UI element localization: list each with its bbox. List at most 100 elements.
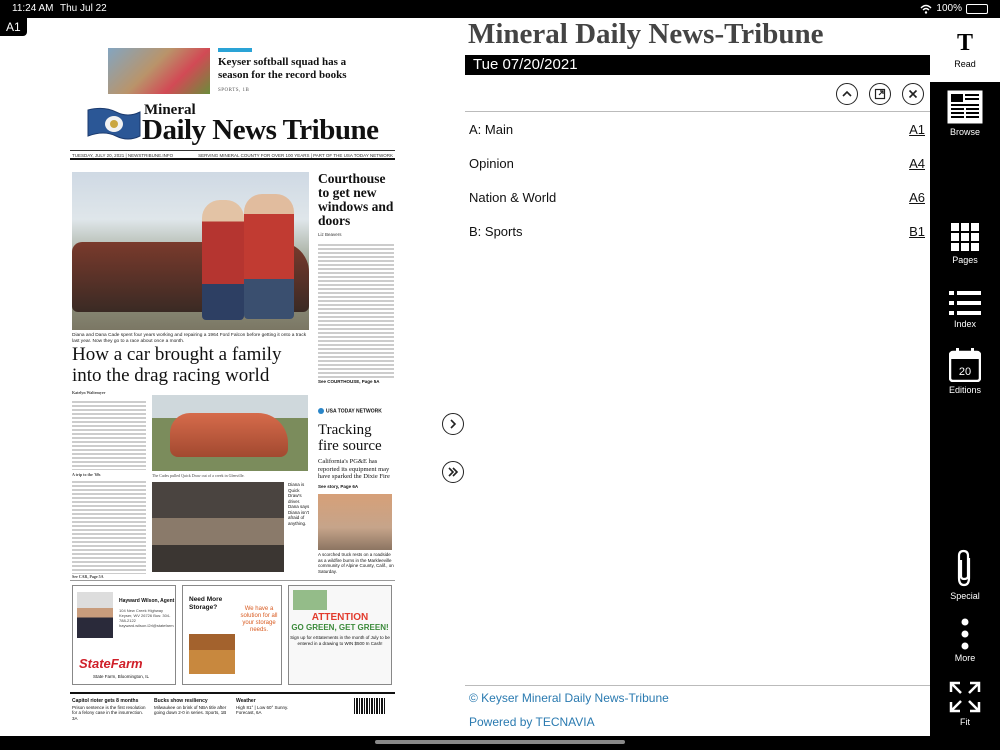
section-row[interactable]: B: Sports B1 — [469, 220, 925, 244]
copyright-link[interactable]: © Keyser Mineral Daily News-Tribune — [469, 691, 669, 705]
section-label: Nation & World — [469, 190, 557, 205]
home-indicator[interactable] — [375, 740, 625, 744]
lead-body-text-2 — [72, 480, 146, 574]
barcode — [354, 698, 386, 714]
chevron-up-icon — [842, 90, 852, 97]
ad-go-green[interactable]: ATTENTION GO GREEN, GET GREEN! Sign up f… — [288, 585, 392, 685]
photo2-caption: The Cades pulled Quick Draw out of a cre… — [152, 473, 245, 478]
lead-headline[interactable]: How a car brought a family into the drag… — [72, 344, 312, 386]
photo-driver[interactable] — [152, 482, 284, 572]
money-image — [293, 590, 327, 610]
editions-count: 20 — [959, 366, 971, 378]
lead-byline: Katelyn Waltemyer — [72, 390, 146, 395]
teaser-photo — [108, 48, 210, 94]
shed-image — [189, 634, 235, 674]
go-green-attention: ATTENTION — [311, 612, 369, 623]
sidebar-label-browse: Browse — [949, 127, 980, 137]
sidebar-item-more[interactable]: More — [930, 618, 1000, 663]
index-list-icon — [949, 291, 981, 315]
newspaper-icon — [947, 90, 983, 124]
fit-expand-icon — [949, 681, 981, 713]
popout-panel-button[interactable] — [869, 83, 891, 105]
page-viewer[interactable]: Keyser softball squad has a season for t… — [0, 18, 465, 738]
bottom-strip: Capitol rioter gets 8 months Prison sente… — [70, 692, 395, 732]
calendar-icon: 20 — [949, 348, 981, 382]
sidebar-item-special[interactable]: Special — [930, 548, 1000, 601]
fire-dek: California's PG&E has reported its equip… — [318, 458, 390, 480]
edition-date: Tue 07/20/2021 — [465, 55, 930, 75]
section-label: A: Main — [469, 122, 514, 137]
lead-jump[interactable]: See CAR, Page 5A — [72, 574, 146, 579]
sidebar-item-index[interactable]: Index — [930, 290, 1000, 329]
collapse-panel-button[interactable] — [836, 83, 858, 105]
section-page-link[interactable]: B1 — [909, 224, 925, 239]
masthead-big: Daily News Tribune — [142, 114, 379, 146]
newspaper-page[interactable]: Keyser softball squad has a season for t… — [70, 48, 395, 738]
fire-headline[interactable]: Tracking fire source — [318, 422, 394, 454]
masthead: Mineral Daily News Tribune — [70, 100, 395, 150]
bottom-1-text: Prison sentence is the first resolution … — [72, 704, 146, 721]
chevron-right-icon — [450, 419, 457, 429]
bottom-item-2[interactable]: Bucks show resiliency Milwaukee on brink … — [154, 698, 230, 716]
paperclip-icon — [957, 549, 971, 587]
section-row[interactable]: Opinion A4 — [469, 152, 925, 176]
state-farm-logo: StateFarm — [79, 656, 143, 671]
courthouse-body-text — [318, 243, 394, 379]
sidebar-item-pages[interactable]: Pages — [930, 222, 1000, 265]
sidebar-item-browse[interactable]: Browse — [930, 90, 1000, 137]
usa-today-logo-icon — [318, 408, 324, 414]
courthouse-byline: Liz Beavers — [318, 232, 342, 237]
teaser-accent — [218, 48, 252, 52]
photo3-caption: Diana is Quick Draw's driver. Dana says … — [288, 482, 310, 526]
close-icon — [908, 89, 918, 99]
courthouse-headline: Courthouse to get new windows and doors — [318, 171, 394, 228]
panel-divider-top — [465, 111, 930, 112]
status-date: Thu Jul 22 — [60, 3, 107, 14]
section-label: B: Sports — [469, 224, 523, 239]
ad-storage[interactable]: Need More Storage? We have a solution fo… — [182, 585, 282, 685]
next-page-button[interactable] — [442, 413, 464, 435]
lead-jump-text: See CAR, Page 5A — [72, 574, 104, 579]
courthouse-story[interactable]: Courthouse to get new windows and doors … — [318, 172, 394, 384]
teaser-title: Keyser softball squad has a season for t… — [218, 56, 347, 81]
dateline-right: SERVING MINERAL COUNTY FOR OVER 100 YEAR… — [198, 153, 393, 158]
battery-percent: 100% — [936, 3, 962, 14]
sidebar-label-read: Read — [954, 59, 976, 69]
sidebar-label-editions: Editions — [948, 385, 982, 395]
dateline: TUESDAY, JULY 20, 2021 | NEWSTRIBUNE.INF… — [70, 150, 395, 160]
wv-flag-icon — [87, 107, 141, 140]
fire-caption: A scorched truck rests on a roadside as … — [318, 552, 394, 574]
teaser-section: SPORTS, 1B — [218, 88, 250, 93]
bottom-item-1[interactable]: Capitol rioter gets 8 months Prison sente… — [72, 698, 148, 721]
fire-photo[interactable] — [318, 494, 392, 550]
section-page-link[interactable]: A6 — [909, 190, 925, 205]
double-chevron-right-icon — [448, 467, 459, 477]
teaser[interactable]: Keyser softball squad has a season for t… — [108, 48, 368, 100]
section-page-link[interactable]: A1 — [909, 122, 925, 137]
lead-photo[interactable] — [72, 172, 309, 330]
sidebar-item-read[interactable]: T Read — [930, 18, 1000, 82]
section-page-link[interactable]: A4 — [909, 156, 925, 171]
usa-today-text: USA TODAY NETWORK — [326, 408, 382, 415]
sidebar-label-index: Index — [953, 319, 977, 329]
status-right: 100% — [920, 3, 988, 14]
close-panel-button[interactable] — [902, 83, 924, 105]
status-time: 11:24 AM — [12, 3, 54, 14]
section-row[interactable]: A: Main A1 — [469, 118, 925, 142]
bottom-item-3[interactable]: Weather High 81° | Low 60° Sunny. Forecas… — [236, 698, 290, 716]
powered-by-link[interactable]: Powered by TECNAVIA — [469, 715, 595, 729]
more-vertical-icon — [961, 618, 969, 650]
pages-grid-icon — [951, 223, 979, 251]
section-row[interactable]: Nation & World A6 — [469, 186, 925, 210]
panel-title: Mineral Daily News-Tribune — [468, 18, 824, 50]
lead-body-text — [72, 400, 146, 470]
read-icon: T — [956, 30, 973, 56]
photo-car-creek[interactable] — [152, 395, 308, 471]
panel-divider-bottom — [465, 685, 930, 686]
sidebar-label-more: More — [954, 653, 976, 663]
last-page-button[interactable] — [442, 461, 464, 483]
sidebar-item-editions[interactable]: 20 Editions — [930, 348, 1000, 395]
ad-state-farm[interactable]: Hayward Wilson, Agent 104 New Creek High… — [72, 585, 176, 685]
lead-subhead: A trip to the '60s — [72, 472, 146, 477]
sidebar-item-fit[interactable]: Fit — [930, 680, 1000, 727]
